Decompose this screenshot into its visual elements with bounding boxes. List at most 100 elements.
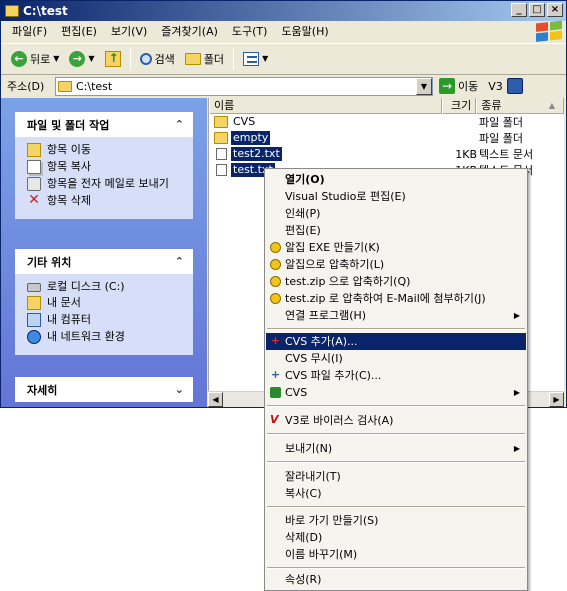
menu-item-v3-scan[interactable]: V V3로 바이러스 검사(A) — [266, 412, 526, 429]
back-button[interactable]: ← 뒤로 ▼ — [7, 47, 63, 71]
menu-item-rename[interactable]: 이름 바꾸기(M) — [266, 546, 526, 563]
dropdown-arrow-icon[interactable]: ▼ — [88, 54, 94, 63]
menu-edit[interactable]: 편집(E) — [54, 22, 104, 41]
file-row[interactable]: CVS 파일 폴더 — [209, 114, 564, 130]
menu-item-cvs-ignore[interactable]: CVS 무시(I) — [266, 350, 526, 367]
task-copy[interactable]: 항목 복사 — [27, 160, 183, 174]
my-documents-icon — [27, 296, 41, 310]
folders-label: 폴더 — [203, 52, 225, 66]
dropdown-arrow-icon[interactable]: ▼ — [53, 54, 59, 63]
task-move[interactable]: 항목 이동 — [27, 143, 183, 157]
alzip-icon — [270, 242, 281, 253]
place-my-documents[interactable]: 내 문서 — [27, 296, 183, 310]
scroll-left-button[interactable]: ◀ — [208, 392, 223, 407]
place-label: 내 문서 — [47, 296, 81, 309]
panel-header[interactable]: 파일 및 폴더 작업 ⌃ — [15, 112, 193, 137]
address-dropdown-button[interactable]: ▼ — [416, 77, 432, 95]
menu-item-send-to[interactable]: 보내기(N) ▶ — [266, 440, 526, 457]
file-type: 파일 폴더 — [479, 116, 523, 129]
submenu-arrow-icon: ▶ — [513, 311, 520, 320]
file-row[interactable]: test2.txt 1KB 텍스트 문서 — [209, 146, 564, 162]
forward-arrow-icon: → — [69, 50, 86, 67]
menu-item-label: 바로 가기 만들기(S) — [285, 514, 379, 527]
task-label: 항목 삭제 — [47, 194, 91, 207]
expand-chevron-icon[interactable]: ⌄ — [175, 383, 184, 396]
collapse-chevron-icon[interactable]: ⌃ — [175, 118, 184, 131]
folders-button[interactable]: 폴더 — [181, 47, 228, 71]
close-button[interactable]: × — [547, 3, 563, 17]
menu-item-create-shortcut[interactable]: 바로 가기 만들기(S) — [266, 512, 526, 529]
forward-button[interactable]: → ▼ — [65, 47, 98, 71]
menu-item-edit-visual-studio[interactable]: Visual Studio로 편집(E) — [266, 188, 526, 205]
title-bar[interactable]: C:\test _ □ × — [1, 1, 566, 21]
views-button[interactable]: ▼ — [239, 47, 272, 71]
menu-item-open-with[interactable]: 연결 프로그램(H) ▶ — [266, 307, 526, 324]
collapse-chevron-icon[interactable]: ⌃ — [175, 255, 184, 268]
up-folder-icon — [104, 50, 121, 67]
menu-item-edit[interactable]: 편집(E) — [266, 222, 526, 239]
menu-item-alzip-exe[interactable]: 알집 EXE 만들기(K) — [266, 239, 526, 256]
file-name: CVS — [233, 115, 256, 128]
menu-favorites[interactable]: 즐겨찾기(A) — [154, 22, 225, 41]
menu-item-cvs-add[interactable]: + CVS 추가(A)... — [266, 333, 526, 350]
panel-title: 자세히 — [27, 383, 58, 397]
menu-item-label: 편집(E) — [285, 224, 321, 237]
menu-item-label: 보내기(N) — [285, 442, 333, 455]
place-my-computer[interactable]: 내 컴퓨터 — [27, 313, 183, 327]
menu-item-zip-compress[interactable]: test.zip 으로 압축하기(Q) — [266, 273, 526, 290]
address-label: 주소(D) — [7, 80, 45, 93]
text-file-icon — [216, 148, 227, 160]
column-header-name[interactable]: 이름 — [209, 98, 443, 114]
menu-item-label: CVS 추가(A)... — [285, 335, 358, 348]
place-network[interactable]: 내 네트워크 환경 — [27, 330, 183, 344]
menu-help[interactable]: 도움말(H) — [274, 22, 335, 41]
minimize-button[interactable]: _ — [511, 3, 527, 17]
menu-item-label: 복사(C) — [285, 487, 322, 500]
v3-icon[interactable] — [506, 78, 523, 94]
menu-file[interactable]: 파일(F) — [5, 22, 54, 41]
menu-item-zip-email[interactable]: test.zip 로 압축하여 E-Mail에 첨부하기(J) — [266, 290, 526, 307]
toolbar-separator — [233, 47, 235, 70]
menu-item-cut[interactable]: 잘라내기(T) — [266, 468, 526, 485]
address-input[interactable]: C:\test ▼ — [55, 76, 433, 96]
menu-item-delete[interactable]: 삭제(D) — [266, 529, 526, 546]
menu-item-open[interactable]: 열기(O) — [266, 171, 526, 188]
menu-item-alzip-compress[interactable]: 알집으로 압축하기(L) — [266, 256, 526, 273]
task-pane: 파일 및 폴더 작업 ⌃ 항목 이동 항목 복사 항목을 전자 메일로 보내기 … — [1, 98, 207, 407]
panel-header[interactable]: 자세히 ⌄ — [15, 377, 193, 402]
menu-separator — [267, 506, 525, 508]
task-email[interactable]: 항목을 전자 메일로 보내기 — [27, 177, 183, 191]
menu-item-print[interactable]: 인쇄(P) — [266, 205, 526, 222]
file-type: 텍스트 문서 — [479, 148, 534, 161]
go-button[interactable]: → 이동 — [439, 78, 478, 94]
place-label: 내 컴퓨터 — [47, 313, 91, 326]
menu-item-cvs[interactable]: CVS ▶ — [266, 384, 526, 401]
search-button[interactable]: 검색 — [136, 47, 179, 71]
panel-header[interactable]: 기타 위치 ⌃ — [15, 249, 193, 274]
submenu-arrow-icon: ▶ — [513, 388, 520, 397]
maximize-button[interactable]: □ — [529, 3, 545, 17]
up-folder-button[interactable] — [101, 47, 125, 71]
task-label: 항목 복사 — [47, 160, 91, 173]
menu-tools[interactable]: 도구(T) — [225, 22, 275, 41]
menu-item-label: 삭제(D) — [285, 531, 323, 544]
menu-item-cvs-add-file[interactable]: + CVS 파일 추가(C)... — [266, 367, 526, 384]
column-header-size[interactable]: 크기 — [442, 98, 477, 114]
email-icon — [27, 177, 41, 191]
menu-item-copy[interactable]: 복사(C) — [266, 485, 526, 502]
menu-view[interactable]: 보기(V) — [104, 22, 154, 41]
toolbar-separator — [129, 47, 131, 70]
place-label: 내 네트워크 환경 — [47, 330, 125, 343]
menu-item-properties[interactable]: 속성(R) — [266, 571, 526, 588]
place-local-disk[interactable]: 로컬 디스크 (C:) — [27, 280, 183, 293]
task-delete[interactable]: ✕ 항목 삭제 — [27, 193, 183, 208]
file-row[interactable]: empty 파일 폴더 — [209, 130, 564, 146]
window-title: C:\test — [23, 4, 68, 18]
network-icon — [27, 330, 41, 344]
dropdown-arrow-icon[interactable]: ▼ — [262, 54, 268, 63]
menu-item-label: test.zip 로 압축하여 E-Mail에 첨부하기(J) — [285, 292, 486, 305]
copy-icon — [27, 160, 41, 174]
scroll-right-button[interactable]: ▶ — [549, 392, 564, 407]
column-header-type[interactable]: 종류 ▲ — [476, 98, 564, 114]
menu-bar: 파일(F) 편집(E) 보기(V) 즐겨찾기(A) 도구(T) 도움말(H) — [1, 21, 566, 42]
